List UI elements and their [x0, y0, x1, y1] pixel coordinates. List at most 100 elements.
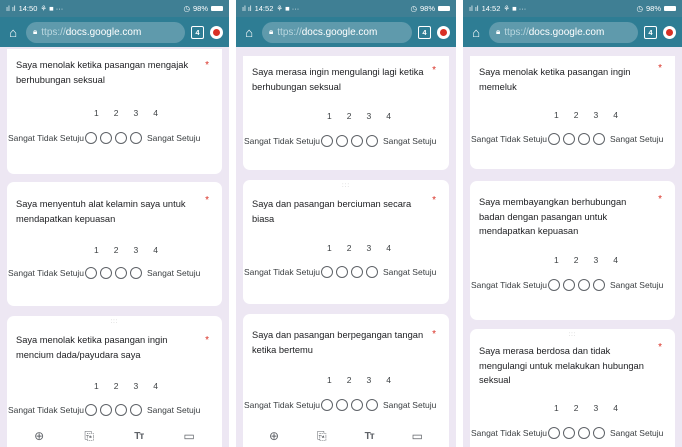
scale-right-label: Sangat Setuju — [147, 268, 201, 278]
radio-option-4[interactable] — [130, 267, 142, 279]
question-text: Saya merasa berdosa dan tidak mengulangi… — [479, 346, 644, 385]
add-image-icon[interactable]: ▭ — [412, 429, 423, 443]
radio-option-2[interactable] — [563, 427, 575, 439]
radio-option-1[interactable] — [321, 266, 333, 278]
address-bar[interactable]: 🔒︎ ttps://docs.google.com — [26, 21, 185, 43]
scale-numbers: 1 2 3 4 — [327, 111, 391, 121]
status-time: 14:52 — [481, 4, 501, 13]
question-text: Saya menolak ketika pasangan ingin menci… — [16, 335, 168, 360]
add-title-icon[interactable]: Tт — [365, 431, 375, 442]
radio-option-3[interactable] — [115, 132, 127, 144]
radio-option-3[interactable] — [351, 266, 363, 278]
radio-option-4[interactable] — [130, 132, 142, 144]
radio-option-2[interactable] — [563, 133, 575, 145]
scale-numbers: 1 2 3 4 — [554, 110, 618, 120]
add-question-icon[interactable]: ⊕ — [34, 429, 44, 443]
scale-left-label: Sangat Tidak Setuju — [7, 132, 85, 143]
scale-right-label: Sangat Setuju — [147, 133, 201, 143]
drag-handle[interactable]: ::: — [243, 183, 449, 189]
radio-option-1[interactable] — [548, 279, 560, 291]
radio-option-3[interactable] — [578, 427, 590, 439]
radio-option-2[interactable] — [100, 132, 112, 144]
radio-option-3[interactable] — [351, 135, 363, 147]
tab-switcher-button[interactable]: 4 — [191, 25, 204, 39]
radio-option-2[interactable] — [336, 399, 348, 411]
address-bar[interactable]: 🔒︎ ttps://docs.google.com — [262, 21, 412, 43]
radio-option-1[interactable] — [85, 404, 97, 416]
required-asterisk: * — [205, 195, 209, 206]
tab-switcher-button[interactable]: 4 — [644, 25, 657, 39]
radio-option-2[interactable] — [100, 267, 112, 279]
linear-scale: Sangat Tidak Setuju Sangat Setuju — [7, 404, 222, 416]
radio-group — [85, 267, 142, 279]
radio-option-4[interactable] — [366, 135, 378, 147]
radio-option-1[interactable] — [548, 427, 560, 439]
home-icon[interactable]: ⌂ — [6, 25, 20, 40]
radio-option-1[interactable] — [321, 135, 333, 147]
phone-screenshot-3: ıl ıl 14:52 ⚘ ■ ··· ◷ 98% ⌂ 🔒︎ ttps://do… — [463, 0, 682, 447]
radio-option-1[interactable] — [85, 132, 97, 144]
drag-handle[interactable]: ::: — [470, 332, 675, 338]
required-asterisk: * — [658, 194, 662, 205]
phone-screenshot-1: ıl ıl 14:50 ⚘ ■ ··· ◷ 98% ⌂ 🔒︎ ttps://do… — [0, 0, 229, 447]
url-domain: docs.google.com — [528, 26, 605, 38]
radio-option-3[interactable] — [115, 404, 127, 416]
add-image-icon[interactable]: ▭ — [184, 429, 195, 443]
battery-level: 98% — [419, 4, 435, 13]
question-card: Saya menolak ketika pasangan ingin memel… — [470, 56, 675, 169]
scale-number: 1 — [554, 255, 559, 265]
radio-option-2[interactable] — [336, 135, 348, 147]
scale-number: 3 — [133, 381, 139, 391]
radio-option-1[interactable] — [321, 399, 333, 411]
radio-option-1[interactable] — [548, 133, 560, 145]
radio-option-4[interactable] — [593, 427, 605, 439]
linear-scale: Sangat Tidak Setuju Sangat Setuju — [470, 279, 675, 291]
home-icon[interactable]: ⌂ — [469, 25, 483, 40]
import-questions-icon[interactable]: ⎘ — [317, 429, 327, 444]
browser-menu-icon[interactable] — [210, 25, 223, 39]
form-editor-toolbar: ⊕ ⎘ Tт ▭ — [250, 425, 442, 447]
radio-option-3[interactable] — [578, 133, 590, 145]
status-bar: ıl ıl 14:50 ⚘ ■ ··· ◷ 98% — [0, 0, 229, 17]
add-question-icon[interactable]: ⊕ — [269, 429, 279, 443]
browser-menu-icon[interactable] — [663, 25, 676, 39]
required-asterisk: * — [432, 195, 436, 206]
signal-icon: ıl ıl — [242, 4, 252, 13]
import-questions-icon[interactable]: ⎘ — [84, 429, 94, 444]
radio-option-2[interactable] — [563, 279, 575, 291]
add-title-icon[interactable]: Tт — [134, 431, 144, 442]
scale-number: 4 — [613, 403, 618, 413]
radio-option-4[interactable] — [130, 404, 142, 416]
linear-scale: Sangat Tidak Setuju Sangat Setuju — [470, 133, 675, 145]
radio-option-3[interactable] — [578, 279, 590, 291]
scale-left-label: Sangat Tidak Setuju — [7, 404, 85, 415]
drag-handle[interactable]: ::: — [7, 319, 222, 325]
home-icon[interactable]: ⌂ — [242, 25, 256, 40]
question-text: Saya merasa ingin mengulangi lagi ketika… — [252, 67, 424, 92]
question-text: Saya dan pasangan berpegangan tangan ket… — [252, 330, 424, 355]
radio-option-4[interactable] — [593, 133, 605, 145]
notification-icons: ⚘ ■ ··· — [503, 4, 527, 13]
radio-option-4[interactable] — [366, 266, 378, 278]
scale-number: 1 — [327, 111, 332, 121]
radio-option-3[interactable] — [115, 267, 127, 279]
scale-number: 3 — [593, 403, 599, 413]
scale-number: 3 — [133, 108, 139, 118]
tab-switcher-button[interactable]: 4 — [418, 25, 431, 39]
url-domain: docs.google.com — [65, 26, 142, 38]
notification-icons: ⚘ ■ ··· — [40, 4, 64, 13]
scale-number: 2 — [573, 403, 579, 413]
scale-number: 1 — [327, 243, 332, 253]
radio-option-4[interactable] — [593, 279, 605, 291]
scale-number: 1 — [94, 381, 99, 391]
radio-option-2[interactable] — [336, 266, 348, 278]
radio-option-1[interactable] — [85, 267, 97, 279]
browser-toolbar: ⌂ 🔒︎ ttps://docs.google.com 4 — [463, 17, 682, 47]
radio-option-3[interactable] — [351, 399, 363, 411]
radio-option-2[interactable] — [100, 404, 112, 416]
radio-option-4[interactable] — [366, 399, 378, 411]
browser-menu-icon[interactable] — [437, 25, 450, 39]
address-bar[interactable]: 🔒︎ ttps://docs.google.com — [489, 21, 638, 43]
linear-scale: Sangat Tidak Setuju Sangat Setuju — [243, 399, 449, 411]
scale-number: 2 — [346, 375, 352, 385]
